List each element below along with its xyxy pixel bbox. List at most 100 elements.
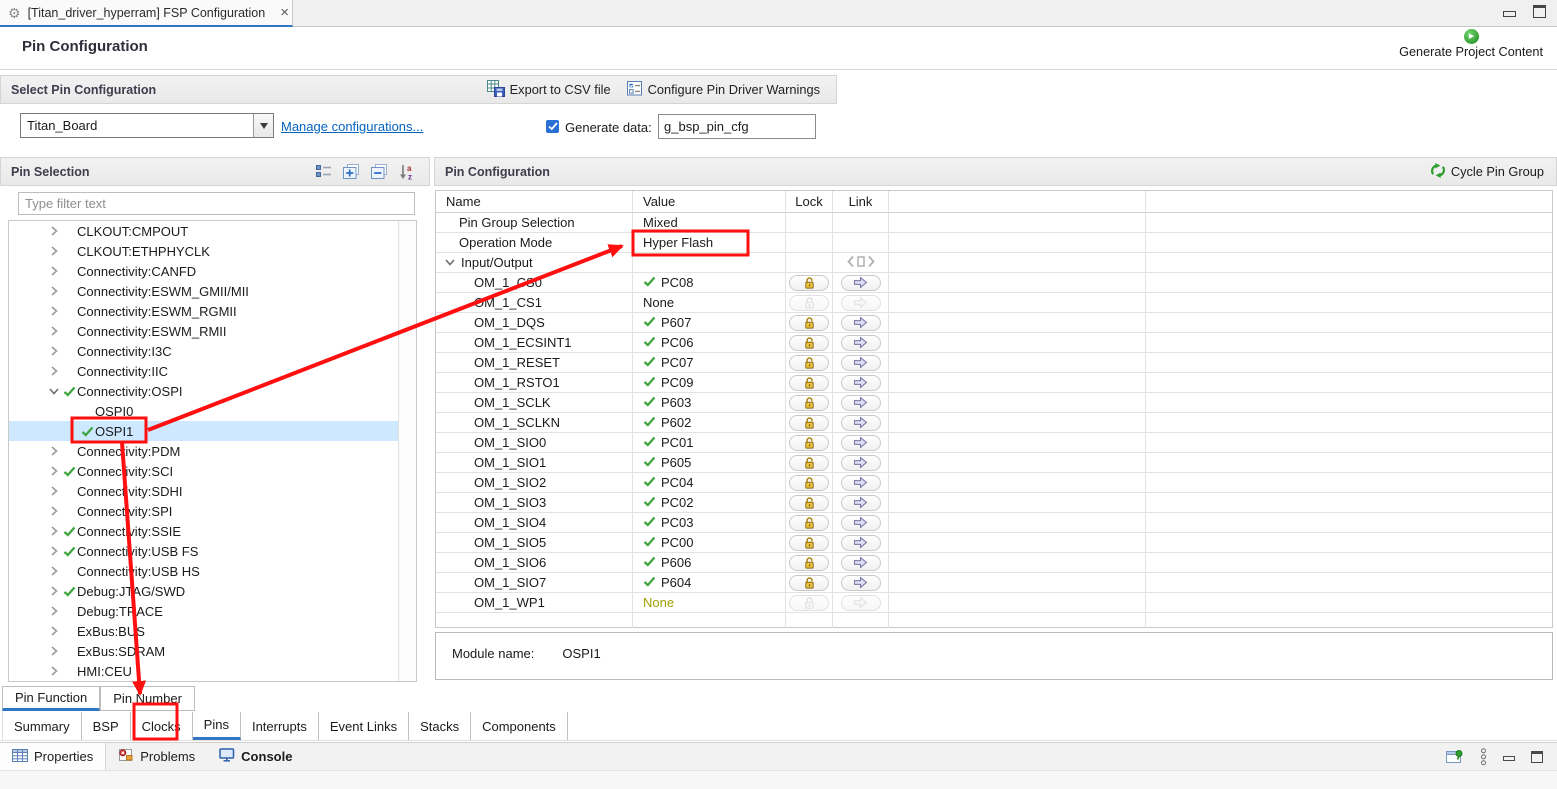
table-row-om-1-reset[interactable]: OM_1_RESETPC07 <box>436 353 1552 373</box>
unlock-icon[interactable] <box>789 575 829 591</box>
link-arrow-icon[interactable] <box>841 435 881 451</box>
pin-value-cell[interactable]: None <box>633 293 786 312</box>
expand-all-icon[interactable] <box>343 164 360 179</box>
tree-item-connectivity-usb-fs[interactable]: Connectivity:USB FS <box>9 541 398 561</box>
unlock-icon[interactable] <box>789 395 829 411</box>
unlock-icon[interactable] <box>789 455 829 471</box>
unlock-icon[interactable] <box>789 335 829 351</box>
pin-value-cell[interactable]: P604 <box>633 573 786 592</box>
pin-value-cell[interactable]: P606 <box>633 553 786 572</box>
tree-item-hmi-ceu[interactable]: HMI:CEU <box>9 661 398 681</box>
link-arrow-icon[interactable] <box>841 575 881 591</box>
chevron-right-icon[interactable] <box>47 445 61 457</box>
pin-value-cell[interactable]: PC03 <box>633 513 786 532</box>
chevron-right-icon[interactable] <box>47 665 61 677</box>
tree-item-connectivity-usb-hs[interactable]: Connectivity:USB HS <box>9 561 398 581</box>
table-row-pin-group-selection[interactable]: Pin Group SelectionMixed <box>436 213 1552 233</box>
table-row-om-1-sio7[interactable]: OM_1_SIO7P604 <box>436 573 1552 593</box>
tree-scrollbar[interactable] <box>398 221 416 681</box>
tree-item-ospi1[interactable]: OSPI1 <box>9 421 398 441</box>
chevron-right-icon[interactable] <box>47 605 61 617</box>
export-to-csv-button[interactable]: Export to CSV file <box>487 80 611 100</box>
view-tab-properties[interactable]: Properties <box>0 743 106 770</box>
table-row-om-1-wp1[interactable]: OM_1_WP1None <box>436 593 1552 613</box>
link-arrow-icon[interactable] <box>841 315 881 331</box>
link-arrow-icon[interactable] <box>841 495 881 511</box>
close-icon[interactable]: × <box>280 4 289 21</box>
chevron-right-icon[interactable] <box>47 345 61 357</box>
maximize-icon[interactable] <box>1533 5 1546 18</box>
chevron-right-icon[interactable] <box>47 645 61 657</box>
link-arrow-icon[interactable] <box>841 475 881 491</box>
chevron-right-icon[interactable] <box>47 465 61 477</box>
chevron-right-icon[interactable] <box>47 565 61 577</box>
link-arrow-icon[interactable] <box>841 415 881 431</box>
link-arrow-icon[interactable] <box>841 275 881 291</box>
unlock-icon[interactable] <box>789 375 829 391</box>
pin-value-cell[interactable]: Mixed <box>633 213 786 232</box>
unlock-icon[interactable] <box>789 475 829 491</box>
chevron-right-icon[interactable] <box>47 485 61 497</box>
chevron-right-icon[interactable] <box>47 625 61 637</box>
unlock-icon[interactable] <box>789 555 829 571</box>
table-row-om-1-sio3[interactable]: OM_1_SIO3PC02 <box>436 493 1552 513</box>
generate-data-checkbox[interactable] <box>546 120 559 133</box>
pin-value-cell[interactable]: PC00 <box>633 533 786 552</box>
tree-item-connectivity-eswm-gmii-mii[interactable]: Connectivity:ESWM_GMII/MII <box>9 281 398 301</box>
pin-value-cell[interactable]: PC08 <box>633 273 786 292</box>
table-row-om-1-sio5[interactable]: OM_1_SIO5PC00 <box>436 533 1552 553</box>
tree-item-connectivity-pdm[interactable]: Connectivity:PDM <box>9 441 398 461</box>
maximize-view-icon[interactable] <box>1531 751 1543 763</box>
tab-pin-function[interactable]: Pin Function <box>2 686 100 711</box>
minimize-icon[interactable] <box>1503 11 1516 17</box>
chevron-right-icon[interactable] <box>47 305 61 317</box>
tree-item-connectivity-eswm-rmii[interactable]: Connectivity:ESWM_RMII <box>9 321 398 341</box>
chevron-right-icon[interactable] <box>47 545 61 557</box>
chevron-right-icon[interactable] <box>47 365 61 377</box>
pin-value-cell[interactable]: P607 <box>633 313 786 332</box>
tree-item-connectivity-i3c[interactable]: Connectivity:I3C <box>9 341 398 361</box>
chevron-down-icon[interactable] <box>444 255 456 270</box>
table-row-om-1-dqs[interactable]: OM_1_DQSP607 <box>436 313 1552 333</box>
tab-pin-number[interactable]: Pin Number <box>100 686 195 711</box>
sort-az-icon[interactable]: az <box>399 164 415 180</box>
link-arrow-icon[interactable] <box>841 535 881 551</box>
chevron-right-icon[interactable] <box>47 225 61 237</box>
pin-value-cell[interactable] <box>633 253 786 272</box>
pin-value-cell[interactable]: PC06 <box>633 333 786 352</box>
tree-item-debug-trace[interactable]: Debug:TRACE <box>9 601 398 621</box>
chevron-right-icon[interactable] <box>47 265 61 277</box>
cycle-pin-group-button[interactable]: Cycle Pin Group <box>1430 163 1556 181</box>
tree-item-connectivity-iic[interactable]: Connectivity:IIC <box>9 361 398 381</box>
tree-item-exbus-bus[interactable]: ExBus:BUS <box>9 621 398 641</box>
table-row-om-1-cs1[interactable]: OM_1_CS1None <box>436 293 1552 313</box>
select-pins-icon[interactable] <box>316 165 332 178</box>
chevron-right-icon[interactable] <box>47 585 61 597</box>
unlock-icon[interactable] <box>789 355 829 371</box>
unlock-icon[interactable] <box>789 435 829 451</box>
tree-item-exbus-sdram[interactable]: ExBus:SDRAM <box>9 641 398 661</box>
tree-item-debug-jtag-swd[interactable]: Debug:JTAG/SWD <box>9 581 398 601</box>
unlock-icon[interactable] <box>789 415 829 431</box>
chevron-right-icon[interactable] <box>47 525 61 537</box>
combo-dropdown-button[interactable] <box>253 114 273 137</box>
chevron-right-icon[interactable] <box>47 285 61 297</box>
pin-value-cell[interactable]: Hyper Flash <box>633 233 786 252</box>
tab-bsp[interactable]: BSP <box>82 712 131 740</box>
tree-item-connectivity-ssie[interactable]: Connectivity:SSIE <box>9 521 398 541</box>
board-select[interactable]: Titan_Board <box>20 113 274 138</box>
filter-input[interactable] <box>18 192 415 215</box>
link-arrow-icon[interactable] <box>841 375 881 391</box>
unlock-icon[interactable] <box>789 495 829 511</box>
manage-configurations-link[interactable]: Manage configurations... <box>281 119 423 134</box>
table-row-om-1-sio1[interactable]: OM_1_SIO1P605 <box>436 453 1552 473</box>
tab-components[interactable]: Components <box>471 712 568 740</box>
table-row-om-1-sio6[interactable]: OM_1_SIO6P606 <box>436 553 1552 573</box>
link-arrow-icon[interactable] <box>841 515 881 531</box>
view-tab-console[interactable]: Console <box>207 743 304 770</box>
unlock-icon[interactable] <box>789 515 829 531</box>
chevron-right-icon[interactable] <box>47 505 61 517</box>
table-row-om-1-sclk[interactable]: OM_1_SCLKP603 <box>436 393 1552 413</box>
tab-event-links[interactable]: Event Links <box>319 712 409 740</box>
tree-item-connectivity-sci[interactable]: Connectivity:SCI <box>9 461 398 481</box>
